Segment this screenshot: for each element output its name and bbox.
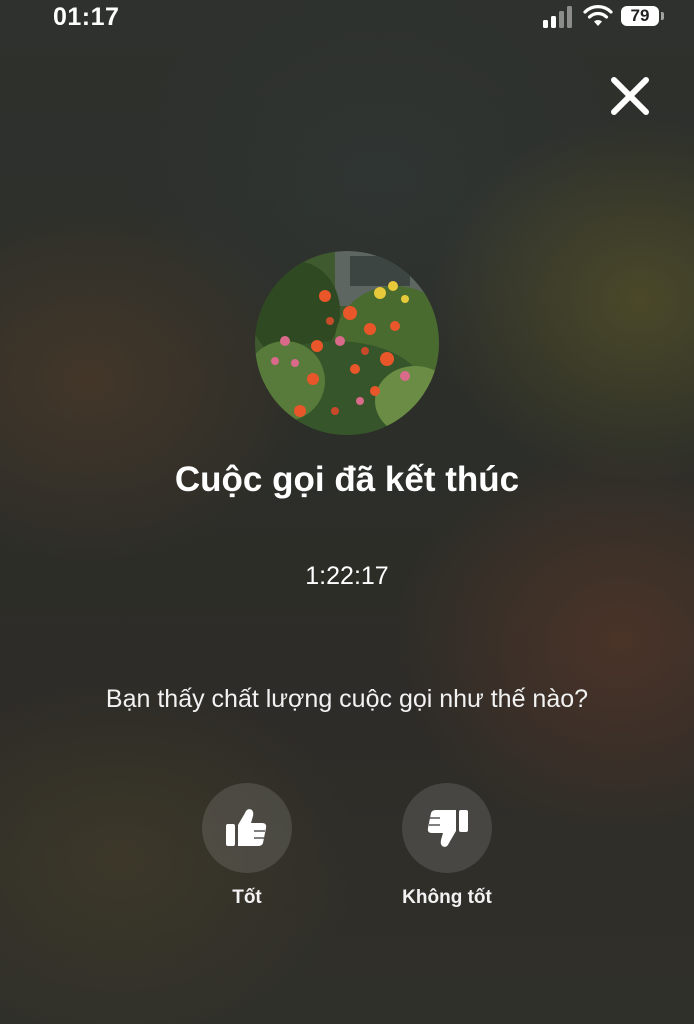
thumbs-up-icon bbox=[226, 809, 267, 846]
call-duration: 1:22:17 bbox=[305, 562, 389, 590]
feedback-question: Bạn thấy chất lượng cuộc gọi như thế nào… bbox=[105, 685, 589, 713]
call-ended-title: Cuộc gọi đã kết thúc bbox=[174, 460, 520, 499]
thumbs-down-icon bbox=[427, 810, 468, 847]
good-rating-button[interactable] bbox=[202, 783, 292, 873]
status-time: 01:17 bbox=[53, 3, 120, 31]
wifi-icon bbox=[583, 5, 613, 26]
cellular-signal-icon bbox=[543, 6, 577, 28]
status-bar: 01:17 79 bbox=[0, 0, 694, 40]
bad-rating-button[interactable] bbox=[402, 783, 492, 873]
good-rating-label: Tốt bbox=[232, 887, 262, 908]
bad-rating-label: Không tốt bbox=[402, 887, 492, 908]
avatar-flowers-photo bbox=[255, 251, 439, 435]
close-icon[interactable] bbox=[606, 72, 654, 120]
battery-icon: 79 bbox=[621, 6, 659, 26]
avatar bbox=[255, 251, 439, 435]
battery-cap bbox=[661, 12, 664, 20]
